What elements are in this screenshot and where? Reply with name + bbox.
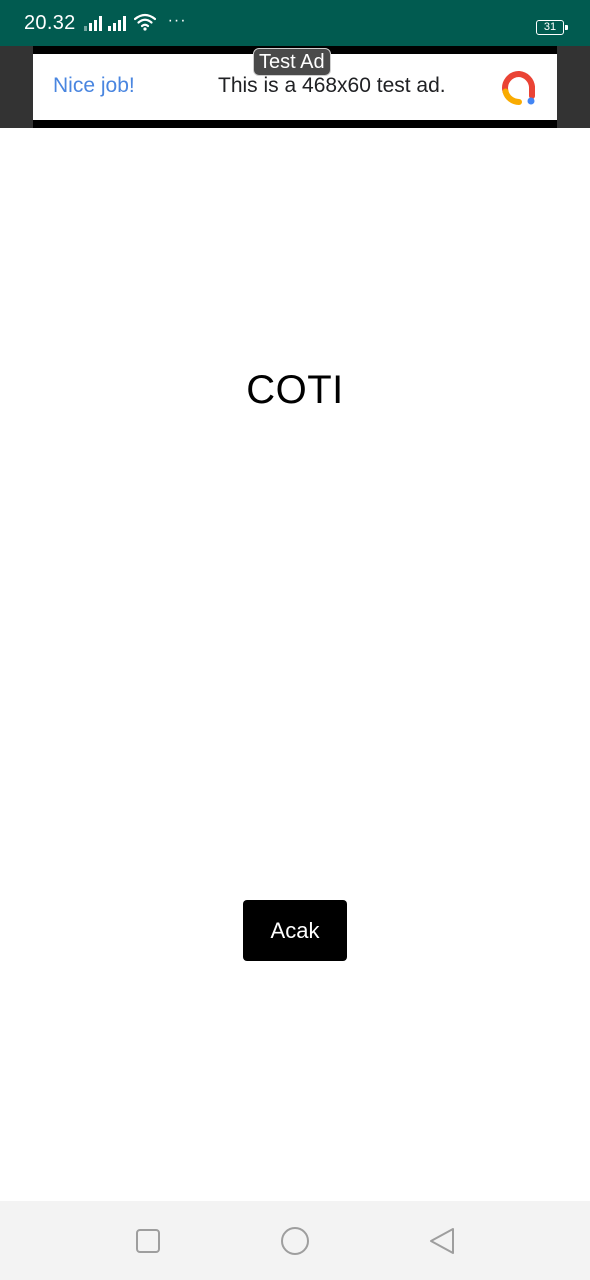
recent-apps-icon[interactable] — [132, 1225, 164, 1257]
ad-cta-link[interactable]: Nice job! — [53, 74, 135, 98]
signal-icon — [83, 15, 102, 31]
ad-network-logo-icon — [501, 70, 537, 106]
status-time: 20.32 — [24, 11, 76, 34]
shuffle-button[interactable]: Acak — [243, 900, 347, 961]
battery-level: 31 — [543, 21, 557, 33]
navigation-bar — [0, 1201, 590, 1280]
test-ad-label: Test Ad — [253, 48, 331, 76]
ad-text: This is a 468x60 test ad. — [218, 74, 446, 97]
app-screen: 20.32 ··· 31 Nice job! This is a 468x60 … — [0, 0, 590, 1280]
signal-icon — [107, 15, 126, 31]
battery-icon: 31 — [536, 20, 568, 35]
status-bar: 20.32 ··· 31 — [0, 0, 590, 46]
wifi-icon — [133, 13, 156, 36]
more-notifications-icon: ··· — [167, 12, 187, 29]
back-icon[interactable] — [426, 1225, 458, 1257]
scrambled-word: COTI — [246, 368, 344, 412]
home-icon[interactable] — [279, 1225, 311, 1257]
ad-banner[interactable]: Nice job! This is a 468x60 test ad. Test… — [0, 46, 590, 128]
